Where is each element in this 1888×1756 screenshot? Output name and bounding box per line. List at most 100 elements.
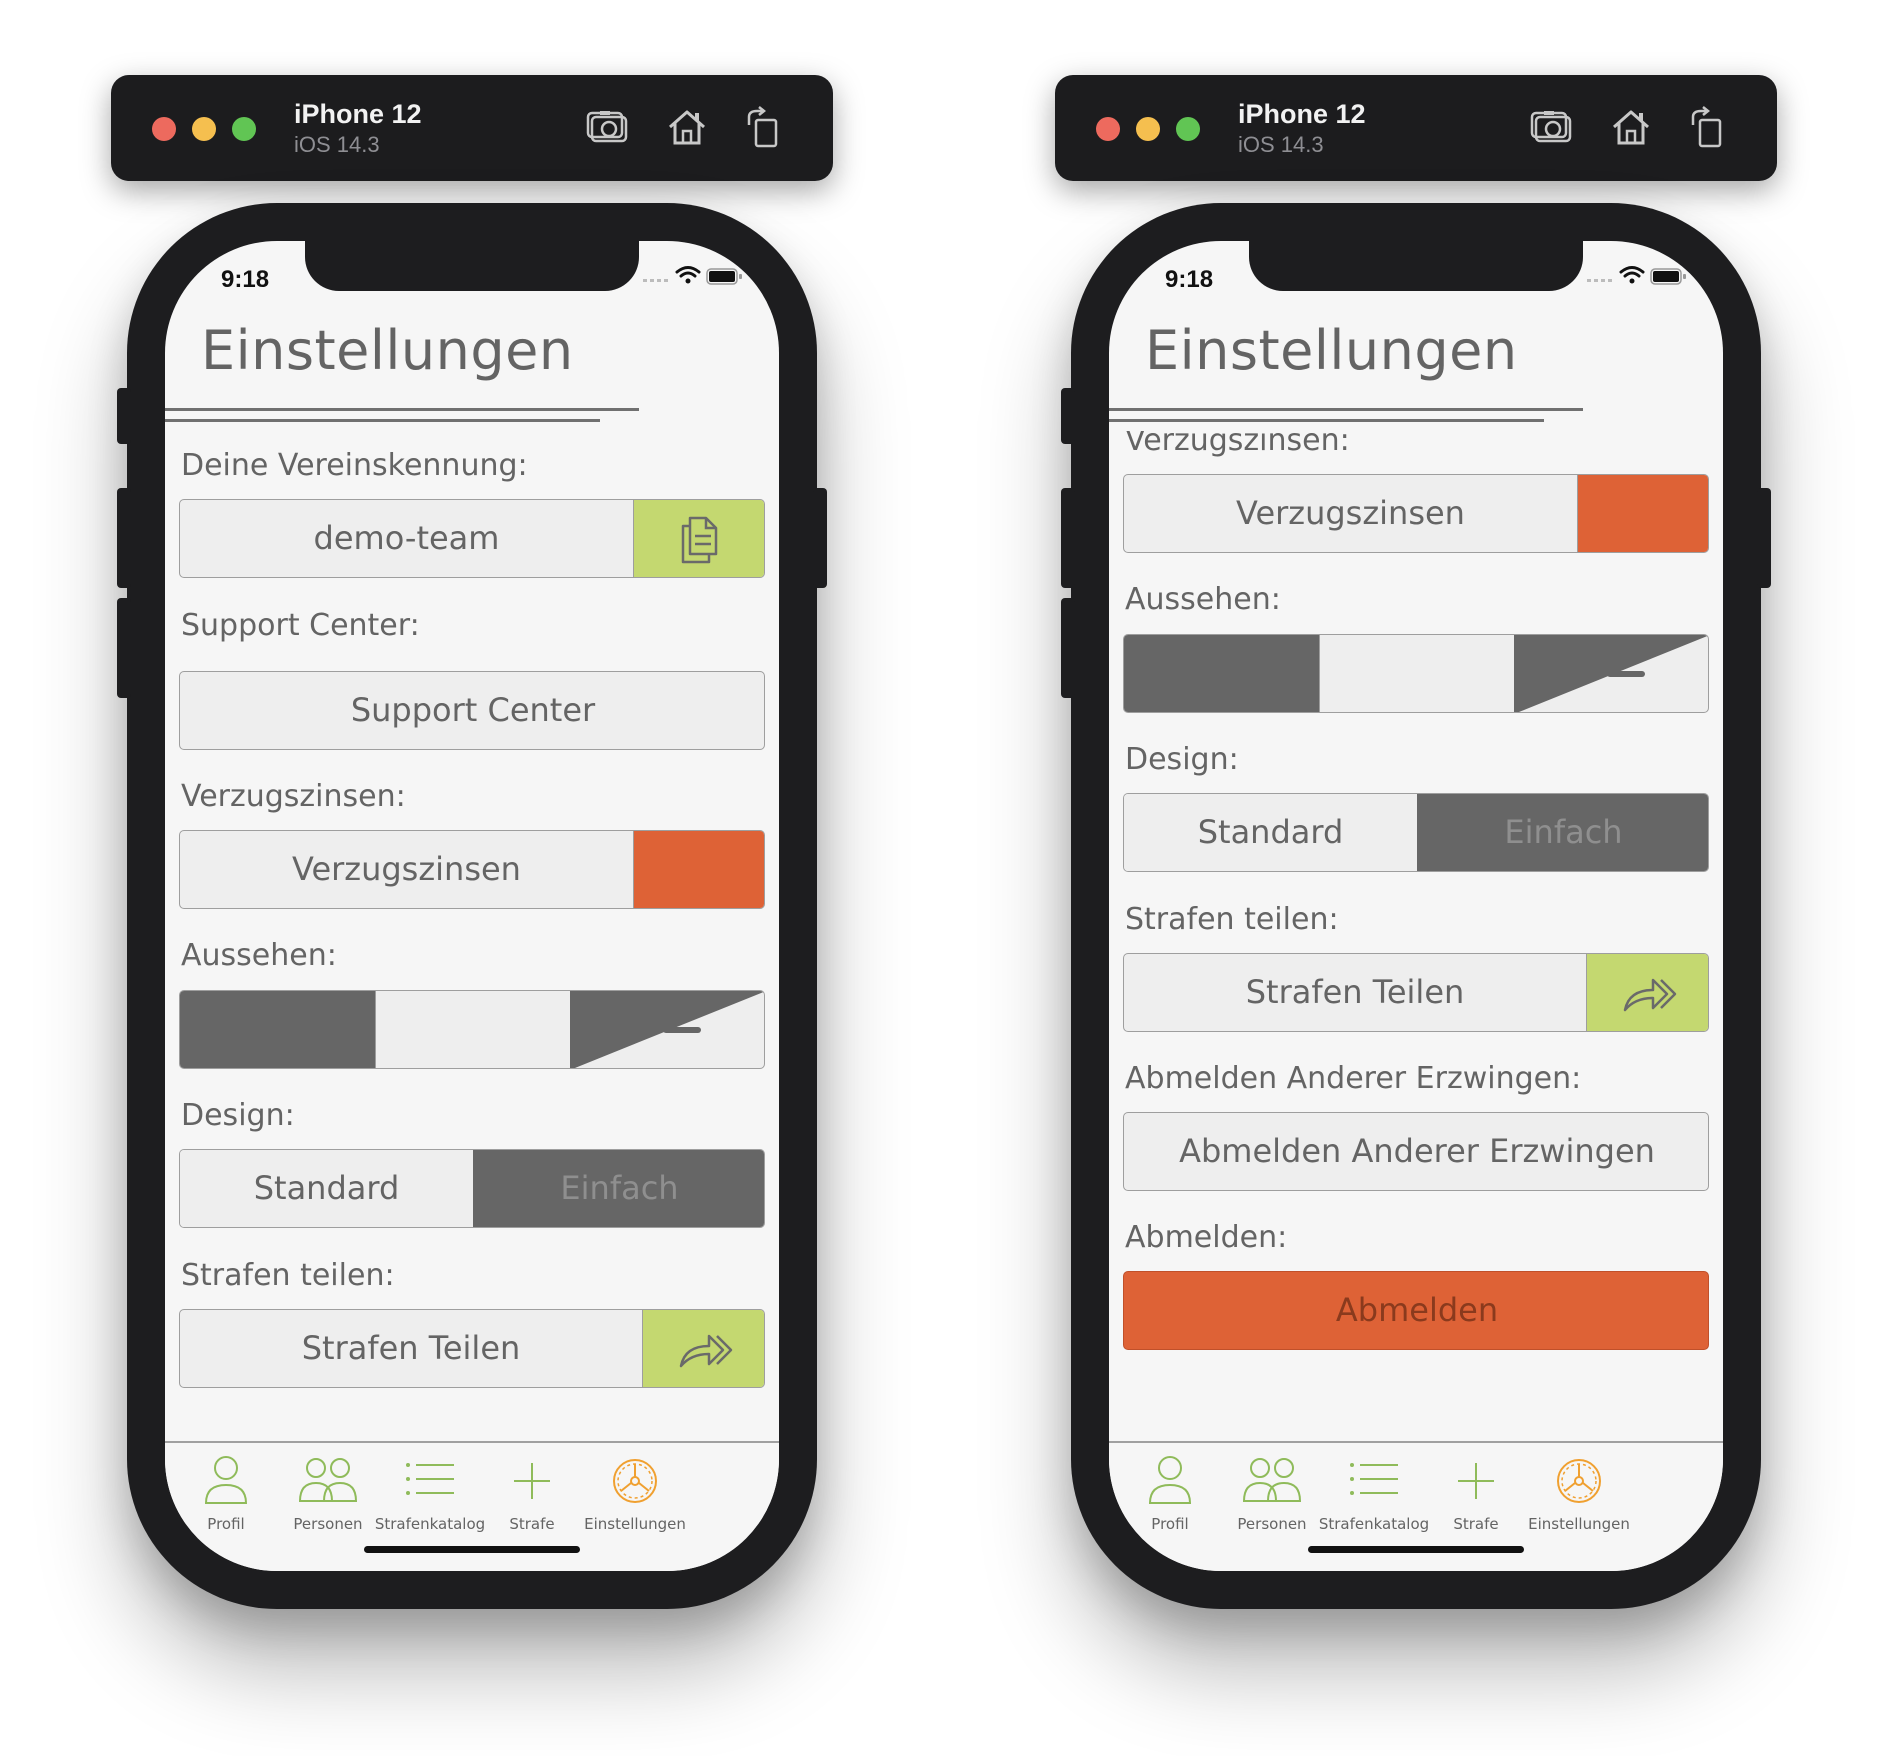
design-standard-label: Standard xyxy=(253,1169,400,1207)
verzugszinsen-button[interactable]: Verzugszinsen xyxy=(179,830,765,909)
design-standard-option[interactable]: Standard xyxy=(180,1150,473,1227)
settings-scroll-content[interactable]: Verzugszinsen: Verzugszinsen Aussehen: D… xyxy=(1109,431,1723,1444)
battery-icon xyxy=(1650,268,1686,285)
abmelden-andere-button-label: Abmelden Anderer Erzwingen xyxy=(1179,1132,1655,1170)
page-title: Einstellungen xyxy=(201,319,574,382)
design-label: Design: xyxy=(181,1098,295,1133)
screenshot-icon[interactable] xyxy=(586,105,632,151)
share-arrow-icon xyxy=(1623,978,1677,1012)
design-selector: Standard Einfach xyxy=(179,1149,765,1228)
verzugszinsen-button[interactable]: Verzugszinsen xyxy=(1123,474,1709,553)
home-indicator[interactable] xyxy=(364,1546,580,1553)
appearance-selector xyxy=(179,990,765,1069)
copy-icon xyxy=(681,516,718,564)
design-einfach-option[interactable]: Einfach xyxy=(473,1150,764,1227)
os-version: iOS 14.3 xyxy=(294,132,380,157)
screenshot-icon[interactable] xyxy=(1530,105,1576,151)
tab-einstellungen-label: Einstellungen xyxy=(1528,1515,1630,1533)
rotate-icon[interactable] xyxy=(741,105,787,151)
simulator-title-bar: iPhone 12 iOS 14.3 xyxy=(111,75,833,181)
tab-strafe[interactable]: Strafe xyxy=(472,1443,592,1543)
abmelden-label: Abmelden: xyxy=(1125,1220,1288,1255)
verzugszinsen-label: Verzugszinsen: xyxy=(181,779,406,814)
tab-einstellungen[interactable]: Einstellungen xyxy=(1519,1443,1639,1543)
appearance-system-option[interactable] xyxy=(1514,635,1708,712)
volume-up-button xyxy=(1061,488,1075,588)
design-einfach-label: Einfach xyxy=(1504,813,1623,851)
gear-wheel-icon xyxy=(613,1459,657,1503)
status-icons xyxy=(1587,263,1697,293)
zoom-window-button[interactable] xyxy=(232,117,256,141)
vereinskennung-value: demo-team xyxy=(313,519,500,557)
zoom-window-button[interactable] xyxy=(1176,117,1200,141)
close-window-button[interactable] xyxy=(152,117,176,141)
tab-strafe-label: Strafe xyxy=(509,1515,555,1533)
people-icon xyxy=(1242,1458,1302,1502)
strafen-teilen-button[interactable]: Strafen Teilen xyxy=(179,1309,765,1388)
power-button xyxy=(813,488,827,588)
device-name: iPhone 12 xyxy=(294,99,422,129)
share-arrow-icon xyxy=(679,1334,733,1368)
mute-switch xyxy=(117,388,131,444)
tab-einstellungen-label: Einstellungen xyxy=(584,1515,686,1533)
tab-strafe[interactable]: Strafe xyxy=(1416,1443,1536,1543)
share-button[interactable] xyxy=(1586,954,1708,1031)
support-center-button[interactable]: Support Center xyxy=(179,671,765,750)
verzugszinsen-toggle[interactable] xyxy=(1577,475,1708,552)
strafen-teilen-button-label: Strafen Teilen xyxy=(1245,973,1465,1011)
home-icon[interactable] xyxy=(664,105,710,151)
verzugszinsen-button-label: Verzugszinsen xyxy=(1236,494,1465,532)
iphone-frame: 9:18 Einstellungen Deine Vereinskennung:… xyxy=(117,203,827,1609)
title-underline xyxy=(1109,408,1583,411)
appearance-system-icon xyxy=(570,991,764,1068)
support-center-button-label: Support Center xyxy=(350,691,596,729)
home-indicator[interactable] xyxy=(1308,1546,1524,1553)
design-einfach-option[interactable]: Einfach xyxy=(1417,794,1708,871)
status-time: 9:18 xyxy=(1165,266,1214,293)
appearance-system-option[interactable] xyxy=(570,991,764,1068)
appearance-system-icon xyxy=(1514,635,1708,712)
design-label: Design: xyxy=(1125,742,1239,777)
abmelden-andere-button[interactable]: Abmelden Anderer Erzwingen xyxy=(1123,1112,1709,1191)
os-version: iOS 14.3 xyxy=(1238,132,1324,157)
appearance-light-option[interactable] xyxy=(375,991,572,1068)
share-button[interactable] xyxy=(642,1310,764,1387)
appearance-dark-option[interactable] xyxy=(180,991,375,1068)
abmelden-button[interactable]: Abmelden xyxy=(1123,1271,1709,1350)
power-button xyxy=(1757,488,1771,588)
design-standard-label: Standard xyxy=(1197,813,1344,851)
status-time: 9:18 xyxy=(221,266,270,293)
plus-icon xyxy=(514,1463,550,1499)
volume-down-button xyxy=(1061,598,1075,698)
volume-up-button xyxy=(117,488,131,588)
phone-screen: 9:18 Einstellungen Deine Vereinskennung:… xyxy=(165,241,779,1571)
verzugszinsen-label: Verzugszinsen: xyxy=(1125,431,1350,458)
copy-button[interactable] xyxy=(633,500,764,577)
settings-scroll-content[interactable]: Deine Vereinskennung: demo-team Support … xyxy=(165,431,779,1444)
tab-einstellungen[interactable]: Einstellungen xyxy=(575,1443,695,1543)
minimize-window-button[interactable] xyxy=(192,117,216,141)
verzugszinsen-toggle[interactable] xyxy=(633,831,764,908)
design-selector: Standard Einfach xyxy=(1123,793,1709,872)
close-window-button[interactable] xyxy=(1096,117,1120,141)
abmelden-andere-label: Abmelden Anderer Erzwingen: xyxy=(1125,1061,1582,1096)
strafen-teilen-button[interactable]: Strafen Teilen xyxy=(1123,953,1709,1032)
appearance-dark-option[interactable] xyxy=(1124,635,1319,712)
device-name: iPhone 12 xyxy=(1238,99,1366,129)
simulator-right: iPhone 12 iOS 14.3 9:18 Einstellungen Ve… xyxy=(1044,0,1844,1756)
signal-dots-icon xyxy=(643,279,668,282)
mute-switch xyxy=(1061,388,1075,444)
design-standard-option[interactable]: Standard xyxy=(1124,794,1417,871)
wifi-icon xyxy=(1619,266,1645,278)
list-icon xyxy=(406,1463,454,1495)
volume-down-button xyxy=(117,598,131,698)
simulator-left: iPhone 12 iOS 14.3 9:18 Einstellungen De… xyxy=(100,0,900,1756)
minimize-window-button[interactable] xyxy=(1136,117,1160,141)
rotate-icon[interactable] xyxy=(1685,105,1731,151)
person-icon xyxy=(204,1456,248,1504)
battery-icon xyxy=(706,268,742,285)
appearance-light-option[interactable] xyxy=(1319,635,1516,712)
notch xyxy=(305,241,639,291)
verzugszinsen-button-label: Verzugszinsen xyxy=(292,850,521,888)
home-icon[interactable] xyxy=(1608,105,1654,151)
